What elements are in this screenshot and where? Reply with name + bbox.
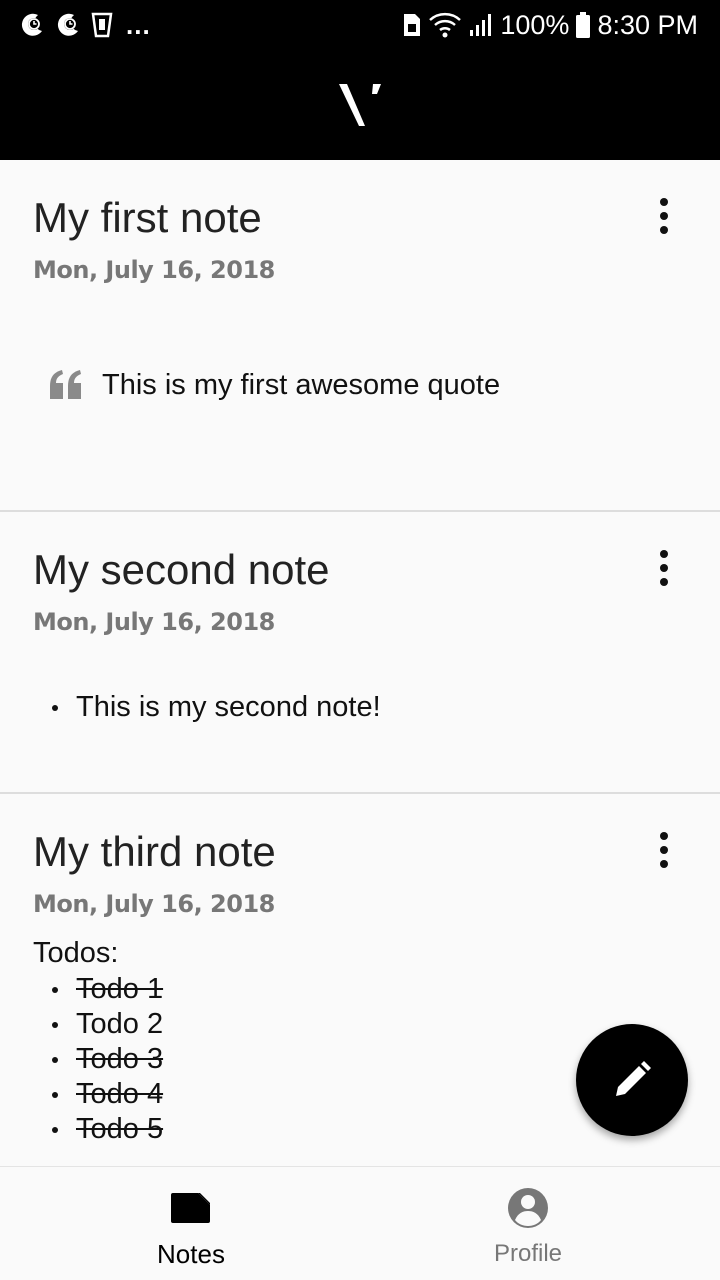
note-card[interactable]: My second note Mon, July 16, 2018 This i… (0, 512, 720, 792)
note-quote: This is my first awesome quote (48, 360, 500, 410)
more-vert-icon-dot (660, 860, 668, 868)
pencil-icon (616, 1061, 651, 1096)
bullet-icon (52, 704, 58, 711)
bottom-navigation: Notes Profile (0, 1166, 720, 1280)
more-vert-icon (660, 832, 668, 840)
todo-item[interactable]: Todo 2 (52, 1007, 163, 1042)
wifi-icon (429, 12, 462, 38)
app-bar (0, 50, 720, 160)
nav-label-profile: Profile (493, 1240, 563, 1267)
new-note-fab[interactable] (576, 1024, 688, 1136)
more-vert-icon (660, 550, 668, 558)
status-left-icons: ... (18, 8, 151, 42)
nav-label-notes: Notes (157, 1239, 225, 1269)
quote-text: This is my first awesome quote (102, 368, 501, 401)
signal-icon (470, 14, 492, 36)
bullet-icon (52, 1056, 58, 1063)
battery-percent: 100% (500, 10, 570, 40)
note-card[interactable]: My first note Mon, July 16, 2018 This is… (0, 160, 720, 510)
todo-text: Todo 3 (76, 1043, 164, 1075)
note-title: My first note (33, 194, 262, 241)
cup-icon (91, 12, 113, 38)
note-icon (170, 1187, 212, 1229)
todo-text: Todo 4 (76, 1078, 164, 1110)
list-item: This is my second note! (52, 690, 381, 725)
nav-item-notes[interactable]: Notes (11, 1167, 371, 1280)
more-vert-icon-dot (660, 564, 668, 572)
todo-text: Todo 1 (76, 973, 164, 1005)
more-options-button[interactable] (644, 826, 684, 874)
moon-clock-icon (21, 13, 42, 36)
status-more-indicator: ... (126, 10, 151, 40)
bullet-icon (52, 1021, 58, 1028)
note-date: Mon, July 16, 2018 (33, 890, 275, 918)
sim-card-icon (404, 14, 421, 36)
moon-clock-icon (57, 13, 78, 36)
bullet-icon (52, 1091, 58, 1098)
clock: 8:30 PM (597, 10, 698, 40)
more-vert-icon-dot (660, 212, 668, 220)
more-options-button[interactable] (644, 544, 684, 592)
todo-item[interactable]: Todo 1 (52, 972, 163, 1007)
more-options-button[interactable] (644, 192, 684, 240)
quote-icon (50, 370, 81, 399)
todo-item[interactable]: Todo 4 (52, 1077, 163, 1112)
more-vert-icon-dot (660, 226, 668, 234)
status-right-icons: 100% 8:30 PM (402, 8, 698, 42)
list-item-text: This is my second note! (76, 691, 381, 723)
status-bar: ... 100% 8:30 PM (0, 0, 720, 50)
note-title: My third note (33, 828, 276, 875)
battery-icon (576, 12, 591, 38)
notes-list: My first note Mon, July 16, 2018 This is… (0, 160, 720, 1166)
todo-text: Todo 5 (76, 1113, 164, 1145)
bullet-icon (52, 1126, 58, 1133)
todo-item[interactable]: Todo 5 (52, 1112, 163, 1147)
todos-heading: Todos: (33, 937, 119, 969)
note-date: Mon, July 16, 2018 (33, 256, 275, 284)
todo-text: Todo 2 (76, 1008, 164, 1040)
note-title: My second note (33, 546, 330, 593)
todo-item[interactable]: Todo 3 (52, 1042, 163, 1077)
more-vert-icon-dot (660, 846, 668, 854)
more-vert-icon-dot (660, 578, 668, 586)
note-date: Mon, July 16, 2018 (33, 608, 275, 636)
account-circle-icon (507, 1187, 549, 1229)
v-logo-icon (339, 84, 381, 126)
nav-item-profile[interactable]: Profile (348, 1167, 708, 1280)
more-vert-icon (660, 198, 668, 206)
bullet-icon (52, 986, 58, 993)
